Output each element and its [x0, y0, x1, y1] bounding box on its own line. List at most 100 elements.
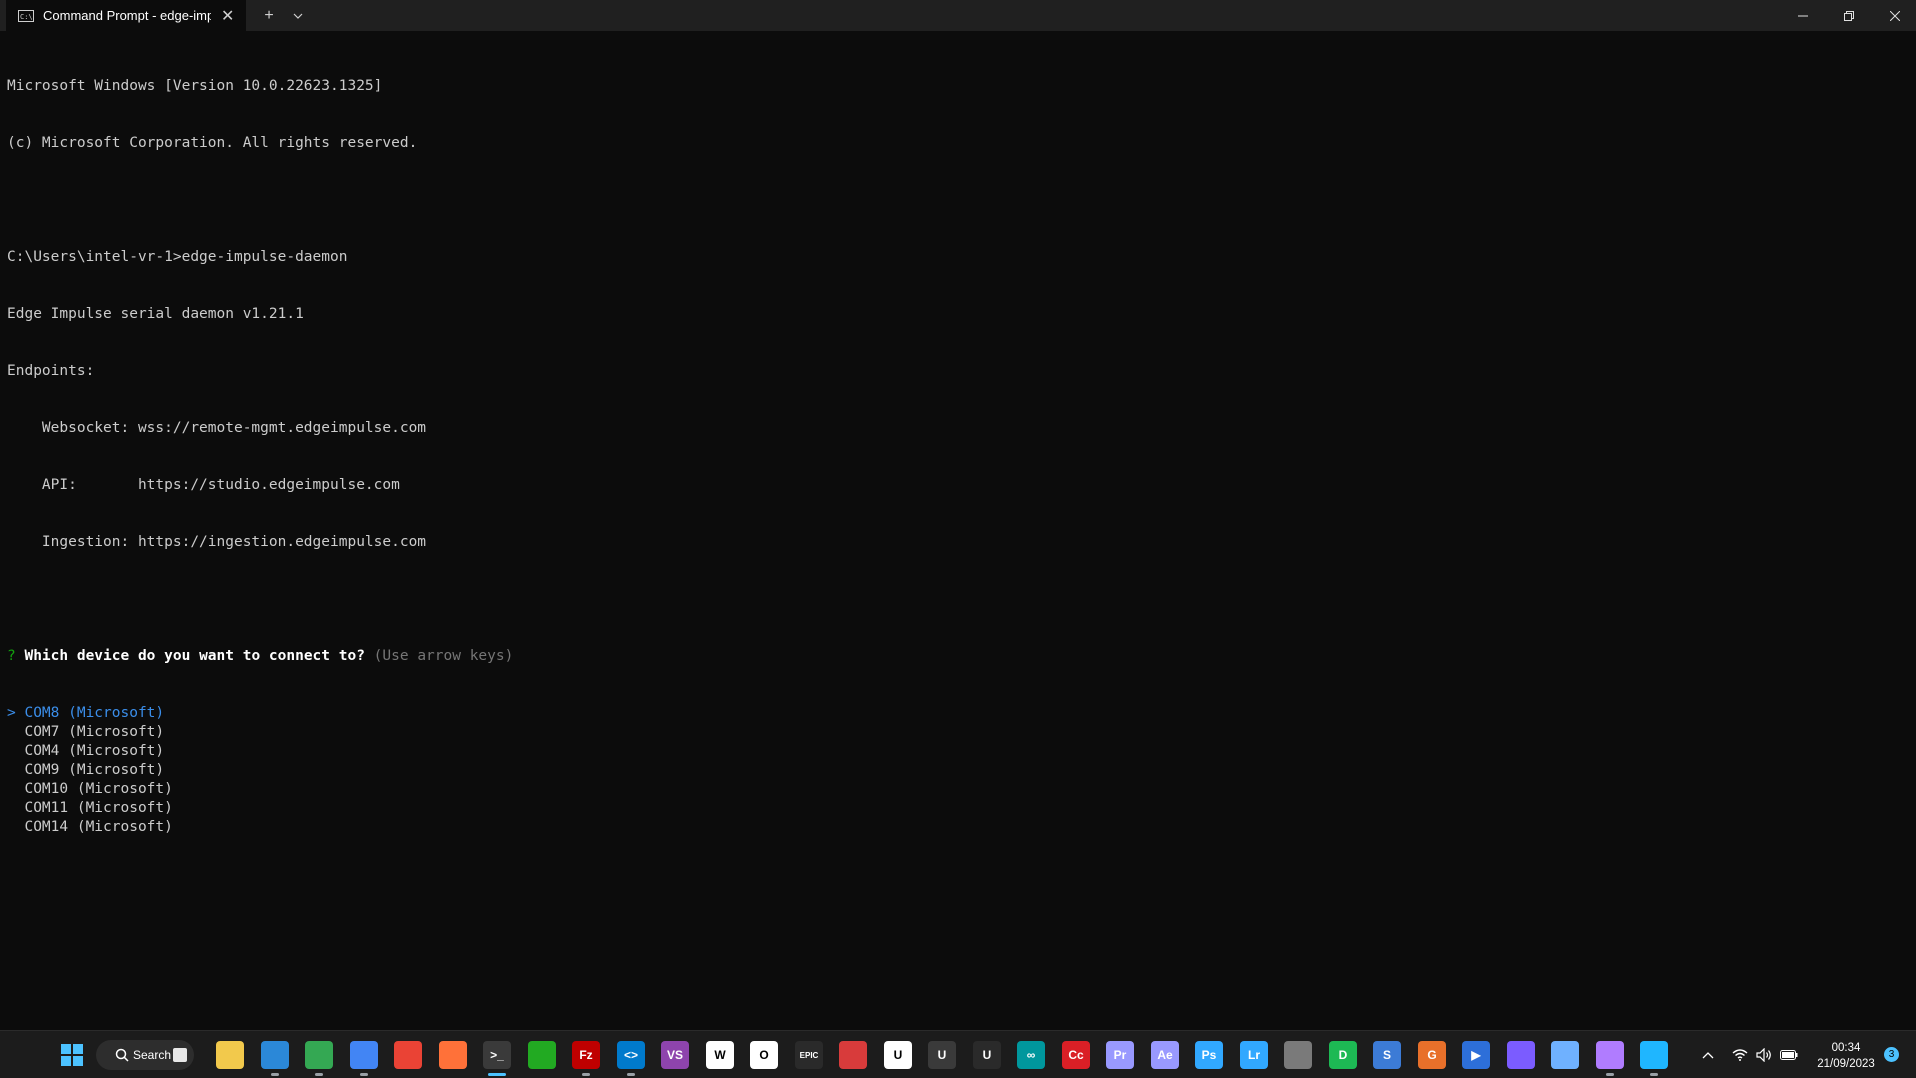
device-choice[interactable]: COM4 (Microsoft)	[7, 742, 513, 761]
app-cube-icon[interactable]	[1551, 1041, 1579, 1069]
search-label: Search	[133, 1048, 172, 1062]
tab-close-icon[interactable]: ✕	[221, 6, 234, 26]
device-choice[interactable]: > COM8 (Microsoft)	[7, 704, 513, 723]
terminal-line: C:\Users\intel-vr-1>edge-impulse-daemon	[7, 249, 348, 265]
terminal-output[interactable]: Microsoft Windows [Version 10.0.22623.13…	[7, 39, 513, 856]
start-button[interactable]	[58, 1041, 86, 1069]
device-choice[interactable]: COM10 (Microsoft)	[7, 780, 513, 799]
wifi-icon[interactable]	[1730, 1041, 1750, 1069]
terminal-icon[interactable]: >_	[483, 1041, 511, 1069]
running-indicator	[1650, 1073, 1658, 1076]
green-app-icon[interactable]	[528, 1041, 556, 1069]
oculus-icon[interactable]: O	[750, 1041, 778, 1069]
unity-dark-icon[interactable]: U	[973, 1041, 1001, 1069]
device-choice[interactable]: COM9 (Microsoft)	[7, 761, 513, 780]
firefox-icon[interactable]	[439, 1041, 467, 1069]
app-link-icon[interactable]	[1640, 1041, 1668, 1069]
after-effects-icon[interactable]: Ae	[1151, 1041, 1179, 1069]
gaming-app-icon[interactable]	[1284, 1041, 1312, 1069]
app-g-icon[interactable]: G	[1418, 1041, 1446, 1069]
minimize-button[interactable]	[1780, 0, 1826, 31]
running-indicator	[271, 1073, 279, 1076]
new-tab-button[interactable]: +	[258, 0, 280, 31]
app-shield-icon[interactable]	[1507, 1041, 1535, 1069]
restore-icon	[1844, 10, 1854, 21]
clock-date[interactable]: 21/09/2023	[1808, 1058, 1884, 1070]
search-highlight-icon	[173, 1048, 188, 1062]
red-app-icon[interactable]	[839, 1041, 867, 1069]
running-indicator	[315, 1073, 323, 1076]
arduino-icon[interactable]: ∞	[1017, 1041, 1045, 1069]
prompt-question: Which device do you want to connect to?	[24, 648, 365, 664]
lightroom-icon[interactable]: Lr	[1240, 1041, 1268, 1069]
choice-label: COM8 (Microsoft)	[24, 705, 165, 721]
terminal-line: Ingestion: https://ingestion.edgeimpulse…	[7, 534, 427, 550]
search-icon	[115, 1048, 129, 1062]
chrome-icon[interactable]	[305, 1041, 333, 1069]
app-s-icon[interactable]: S	[1373, 1041, 1401, 1069]
chrome-dev-icon[interactable]	[394, 1041, 422, 1069]
photoshop-icon[interactable]: Ps	[1195, 1041, 1223, 1069]
unity-icon[interactable]: U	[884, 1041, 912, 1069]
battery-icon[interactable]	[1778, 1041, 1800, 1069]
choice-pointer: >	[7, 705, 16, 721]
prompt-hint: (Use arrow keys)	[373, 648, 514, 664]
visual-studio-icon[interactable]: VS	[661, 1041, 689, 1069]
running-indicator	[360, 1073, 368, 1076]
github-icon[interactable]	[1596, 1041, 1624, 1069]
tab-title: Command Prompt - edge-imp	[43, 8, 211, 23]
chevron-up-icon	[1702, 1052, 1714, 1059]
premiere-icon[interactable]: Pr	[1106, 1041, 1134, 1069]
close-icon	[1890, 10, 1900, 21]
chrome-canary-icon[interactable]	[350, 1041, 378, 1069]
device-choice[interactable]: COM7 (Microsoft)	[7, 723, 513, 742]
notification-badge[interactable]: 3	[1884, 1047, 1899, 1062]
epic-games-icon[interactable]: EPIC	[795, 1041, 823, 1069]
close-window-button[interactable]	[1872, 0, 1916, 31]
app-play-icon[interactable]: ▶	[1462, 1041, 1490, 1069]
choice-pointer	[7, 781, 16, 797]
choice-pointer	[7, 762, 16, 778]
terminal-line: API: https://studio.edgeimpulse.com	[7, 477, 400, 493]
chevron-down-icon	[293, 13, 303, 19]
choice-pointer	[7, 819, 16, 835]
choice-label: COM4 (Microsoft)	[24, 743, 165, 759]
choice-pointer	[7, 800, 16, 816]
minimize-icon	[1798, 15, 1808, 16]
restore-button[interactable]	[1826, 0, 1872, 31]
app-w-icon[interactable]: W	[706, 1041, 734, 1069]
running-indicator	[582, 1073, 590, 1076]
prompt-marker: ?	[7, 648, 16, 664]
app-d-icon[interactable]: D	[1329, 1041, 1357, 1069]
choice-label: COM10 (Microsoft)	[24, 781, 173, 797]
file-explorer-icon[interactable]	[216, 1041, 244, 1069]
tab-command-prompt[interactable]: C:\ Command Prompt - edge-imp ✕	[6, 0, 246, 31]
volume-icon[interactable]	[1754, 1041, 1774, 1069]
terminal-line: Microsoft Windows [Version 10.0.22623.13…	[7, 78, 383, 94]
taskbar-search[interactable]: Search	[96, 1040, 194, 1070]
clock-time[interactable]: 00:34	[1808, 1042, 1884, 1054]
device-choice[interactable]: COM14 (Microsoft)	[7, 818, 513, 837]
prompt-line: ? Which device do you want to connect to…	[7, 647, 513, 666]
running-indicator	[488, 1073, 506, 1076]
choice-pointer	[7, 743, 16, 759]
choice-pointer	[7, 724, 16, 740]
vscode-icon[interactable]: <>	[617, 1041, 645, 1069]
unity-hub-icon[interactable]: U	[928, 1041, 956, 1069]
tab-dropdown-button[interactable]	[288, 0, 308, 31]
terminal-line: Websocket: wss://remote-mgmt.edgeimpulse…	[7, 420, 427, 436]
show-hidden-icons-button[interactable]	[1698, 1041, 1718, 1069]
creative-cloud-icon[interactable]: Cc	[1062, 1041, 1090, 1069]
filezilla-icon[interactable]: Fz	[572, 1041, 600, 1069]
device-choice[interactable]: COM11 (Microsoft)	[7, 799, 513, 818]
terminal-line: Edge Impulse serial daemon v1.21.1	[7, 306, 304, 322]
taskbar: Search >_ Fz <> VS W O EPIC U U U ∞ Cc Pr Ae Ps Lr D S G ▶ …	[0, 1030, 1916, 1078]
choice-label: COM11 (Microsoft)	[24, 800, 173, 816]
terminal-line: (c) Microsoft Corporation. All rights re…	[7, 135, 418, 151]
device-choice-list: > COM8 (Microsoft) COM7 (Microsoft) COM4…	[7, 704, 513, 837]
running-indicator	[1606, 1073, 1614, 1076]
app-globe-icon[interactable]	[261, 1041, 289, 1069]
choice-label: COM7 (Microsoft)	[24, 724, 165, 740]
